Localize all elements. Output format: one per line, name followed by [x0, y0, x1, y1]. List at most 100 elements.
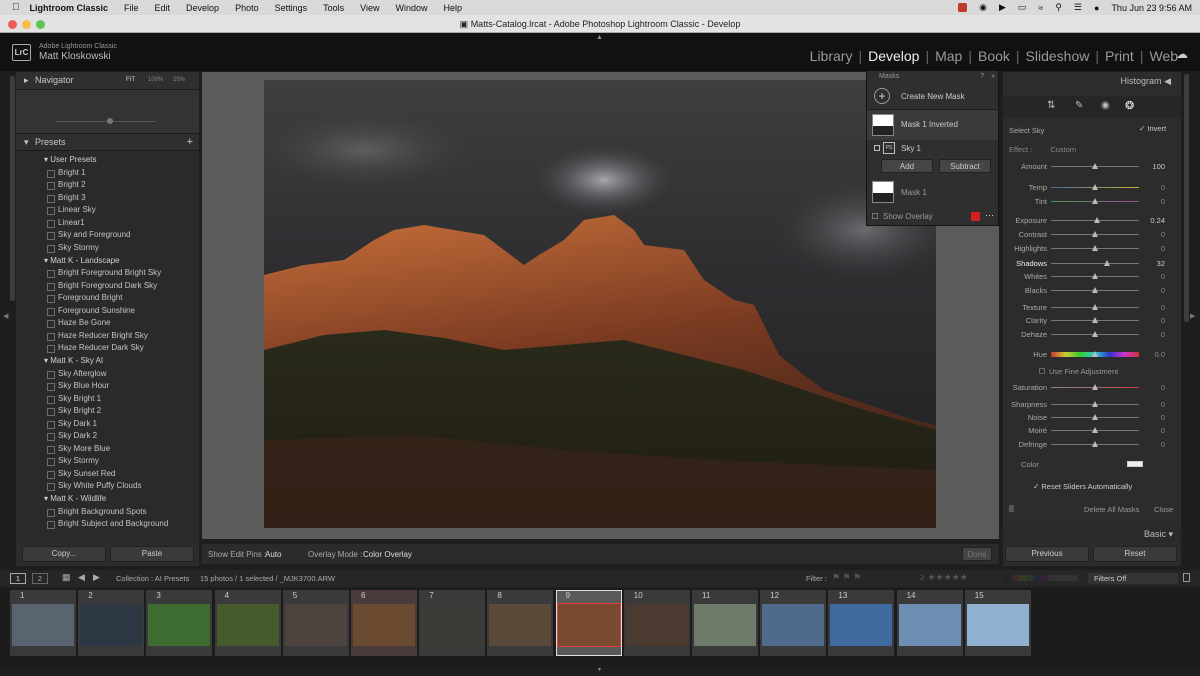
slider-thumb[interactable]: [1091, 351, 1098, 357]
slider-shadows[interactable]: Shadows 32: [1003, 257, 1181, 269]
zoom-25[interactable]: 25%: [173, 72, 185, 89]
menu-settings[interactable]: Settings: [275, 3, 308, 13]
filmstrip-thumbnail[interactable]: 15: [964, 590, 1031, 656]
thumbnail-image[interactable]: [625, 604, 688, 646]
slider-dehaze[interactable]: Dehaze 0: [1003, 328, 1181, 340]
filmstrip-thumbnail[interactable]: 1: [10, 590, 76, 656]
show-overlay-checkbox[interactable]: [872, 213, 878, 219]
fine-adjust-row[interactable]: Use Fine Adjustment: [1039, 367, 1118, 376]
slider-moir[interactable]: Moiré 0: [1003, 424, 1181, 436]
slider-value[interactable]: 0: [1161, 272, 1165, 281]
add-button[interactable]: Add: [881, 159, 933, 173]
show-edit-pins-select[interactable]: Auto: [265, 550, 281, 559]
menu-photo[interactable]: Photo: [235, 3, 259, 13]
module-develop[interactable]: Develop: [862, 48, 925, 64]
page-2-button[interactable]: 2: [32, 573, 48, 584]
expand-triangle-icon[interactable]: ▾: [24, 137, 29, 147]
copy-button[interactable]: Copy...: [22, 546, 106, 562]
right-scrollbar[interactable]: [1184, 74, 1189, 322]
preset-item[interactable]: Sky Sunset Red: [16, 468, 199, 481]
effect-value[interactable]: Custom: [1050, 145, 1076, 154]
slider-value[interactable]: 0: [1161, 330, 1165, 339]
slider-value[interactable]: 100: [1152, 162, 1165, 171]
left-panel-toggle-icon[interactable]: ◀: [3, 312, 8, 320]
add-preset-icon[interactable]: +: [187, 134, 193, 151]
menu-edit[interactable]: Edit: [155, 3, 171, 13]
slider-thumb[interactable]: [1091, 441, 1098, 447]
slider-thumb[interactable]: [1091, 163, 1098, 169]
slider-thumb[interactable]: [1091, 304, 1098, 310]
effect-row[interactable]: Effect : Custom: [1009, 145, 1076, 154]
collapse-panel-icon[interactable]: »: [991, 71, 995, 82]
apple-menu-icon[interactable]: : [12, 2, 20, 13]
help-icon[interactable]: ?: [980, 71, 984, 82]
preset-item[interactable]: Bright 2: [16, 179, 199, 192]
delete-all-masks-button[interactable]: Delete All Masks: [1084, 505, 1139, 514]
slider-value[interactable]: 0: [1161, 286, 1165, 295]
more-options-icon[interactable]: ⋯: [985, 210, 994, 221]
mask-item-inverted[interactable]: Mask 1 Inverted: [867, 110, 998, 140]
thumbnail-image[interactable]: [284, 604, 347, 646]
navigator-header[interactable]: ▸ Navigator FIT 100% 25%: [16, 72, 199, 90]
slider-track[interactable]: [1051, 263, 1139, 264]
menu-view[interactable]: View: [360, 3, 379, 13]
color-swatch[interactable]: [1127, 461, 1143, 467]
thumbnail-image[interactable]: [694, 604, 756, 646]
slider-saturation[interactable]: Saturation 0: [1003, 381, 1181, 393]
preset-item[interactable]: Haze Be Gone: [16, 317, 199, 330]
preset-group[interactable]: ▾ Matt K - Landscape: [16, 255, 199, 268]
slider-contrast[interactable]: Contrast 0: [1003, 228, 1181, 240]
wifi-icon[interactable]: ≈: [1038, 3, 1043, 13]
preset-item[interactable]: Sky Bright 2: [16, 405, 199, 418]
slider-highlights[interactable]: Highlights 0: [1003, 242, 1181, 254]
expand-triangle-icon[interactable]: ▾: [44, 356, 48, 365]
preset-item[interactable]: Sky Blue Hour: [16, 380, 199, 393]
transform-tool-icon[interactable]: ⇅: [1047, 100, 1055, 111]
minimize-window-button[interactable]: [22, 20, 31, 29]
slider-thumb[interactable]: [1091, 427, 1098, 433]
preset-item[interactable]: Foreground Bright: [16, 292, 199, 305]
thumbnail-image[interactable]: [80, 604, 143, 646]
preset-item[interactable]: Sky Stormy: [16, 455, 199, 468]
preset-item[interactable]: Foreground Sunshine: [16, 305, 199, 318]
thumbnail-image[interactable]: [216, 604, 279, 646]
filmstrip-thumbnail[interactable]: 13: [828, 590, 895, 656]
module-library[interactable]: Library: [804, 48, 859, 64]
expand-triangle-icon[interactable]: ▾: [44, 155, 48, 164]
slider-noise[interactable]: Noise 0: [1003, 411, 1181, 423]
rating-filter-stars[interactable]: ≥ ★★★★★: [920, 572, 968, 583]
preset-item[interactable]: Bright Subject and Background: [16, 518, 199, 531]
preset-item[interactable]: Sky Stormy: [16, 242, 199, 255]
grid-view-icon[interactable]: ▦: [62, 572, 71, 583]
preset-item[interactable]: Sky Bright 1: [16, 393, 199, 406]
filmstrip-thumbnail[interactable]: 12: [760, 590, 827, 656]
menu-develop[interactable]: Develop: [186, 3, 219, 13]
slider-thumb[interactable]: [1091, 273, 1098, 279]
slider-value[interactable]: 0: [1161, 230, 1165, 239]
preset-group[interactable]: ▾ User Presets: [16, 154, 199, 167]
close-window-button[interactable]: [8, 20, 17, 29]
expand-triangle-icon[interactable]: ▾: [44, 494, 48, 503]
slider-value[interactable]: 0: [1161, 197, 1165, 206]
filmstrip-thumbnail[interactable]: 11: [692, 590, 758, 656]
create-new-mask-row[interactable]: + Create New Mask: [867, 82, 998, 110]
search-icon[interactable]: ⚲: [1055, 2, 1062, 13]
preset-item[interactable]: Linear1: [16, 217, 199, 230]
slider-thumb[interactable]: [1094, 217, 1101, 223]
zoom-fit[interactable]: FIT: [126, 72, 135, 89]
filmstrip-thumbnail[interactable]: 7: [419, 590, 486, 656]
control-center-icon[interactable]: ☰: [1074, 2, 1082, 13]
module-book[interactable]: Book: [972, 48, 1016, 64]
slider-value[interactable]: 0: [1161, 413, 1165, 422]
thumbnail-image[interactable]: [556, 603, 621, 647]
preset-item[interactable]: Bright Foreground Dark Sky: [16, 280, 199, 293]
overlay-mode-select[interactable]: Color Overlay: [363, 550, 412, 559]
preset-item[interactable]: Linear Sky: [16, 204, 199, 217]
paste-button[interactable]: Paste: [110, 546, 194, 562]
preset-item[interactable]: Sky More Blue: [16, 443, 199, 456]
slider-whites[interactable]: Whites 0: [1003, 270, 1181, 282]
cloud-sync-icon[interactable]: ☁: [1176, 47, 1188, 61]
reset-auto-checkbox[interactable]: ✓ Reset Sliders Automatically: [1033, 482, 1132, 491]
menu-help[interactable]: Help: [444, 3, 463, 13]
add-mask-icon[interactable]: +: [874, 88, 890, 104]
